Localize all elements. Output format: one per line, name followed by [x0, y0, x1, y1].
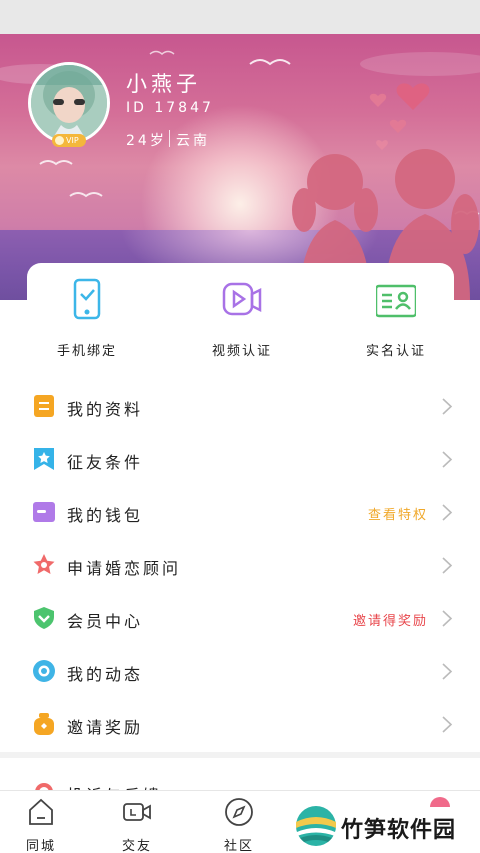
menu-label: 会员中心 — [67, 612, 144, 631]
verify-real-name[interactable]: 实名认证 — [341, 278, 451, 359]
bookmark-star-icon — [34, 448, 54, 470]
invite-reward-link[interactable]: 邀请得奖励 — [353, 610, 428, 629]
menu-item-wallet[interactable]: 我的钱包 查看特权 — [0, 486, 480, 538]
verify-label: 手机绑定 — [56, 344, 117, 359]
verification-card: 手机绑定 视频认证 实名认证 — [27, 263, 454, 363]
menu-item-my-posts[interactable]: 我的动态 — [0, 645, 480, 697]
avatar-image — [31, 65, 107, 141]
user-region: 云南 — [176, 133, 210, 149]
menu-item-friend-criteria[interactable]: 征友条件 — [0, 433, 480, 485]
tab-label: 交友 — [121, 839, 152, 853]
crown-icon — [55, 136, 64, 145]
verify-label: 视频认证 — [211, 344, 272, 359]
wallet-icon — [33, 502, 55, 522]
chevron-right-icon — [442, 610, 453, 627]
chevron-right-icon — [442, 398, 453, 415]
id-card-icon — [374, 284, 418, 318]
menu-label: 邀请奖励 — [67, 718, 144, 737]
vip-badge: VIP — [52, 134, 86, 147]
chevron-right-icon — [442, 504, 453, 521]
menu-item-my-profile[interactable]: 我的资料 — [0, 380, 480, 432]
avatar[interactable] — [28, 62, 110, 144]
user-id: ID 17847 — [126, 100, 214, 116]
video-verify-icon — [222, 282, 262, 316]
star-badge-icon — [33, 554, 55, 574]
status-bar — [0, 0, 480, 34]
chevron-right-icon — [442, 663, 453, 680]
bubble-icon — [33, 660, 55, 682]
home-icon — [29, 798, 53, 825]
phone-bind-icon — [73, 278, 101, 320]
video-call-icon — [123, 803, 151, 821]
menu-label: 征友条件 — [67, 453, 144, 472]
watermark: 竹笋软件园 — [294, 800, 480, 853]
vip-label: VIP — [66, 136, 79, 145]
compass-icon — [225, 798, 253, 826]
verify-label: 实名认证 — [365, 344, 426, 359]
tab-nearby[interactable]: 同城 — [11, 797, 71, 853]
shield-heart-icon — [34, 607, 54, 629]
username: 小燕子 — [126, 72, 201, 96]
view-privileges-link[interactable]: 查看特权 — [368, 504, 428, 523]
tab-label: 社区 — [223, 839, 254, 853]
chevron-right-icon — [442, 451, 453, 468]
menu-item-member-center[interactable]: 会员中心 邀请得奖励 — [0, 592, 480, 644]
menu-label: 申请婚恋顾问 — [67, 559, 182, 578]
verify-video[interactable]: 视频认证 — [187, 278, 297, 359]
tab-community[interactable]: 社区 — [209, 797, 269, 853]
bamboo-logo-icon — [296, 806, 336, 846]
gift-jar-icon — [34, 713, 54, 735]
section-divider — [0, 752, 480, 758]
chevron-right-icon — [442, 557, 453, 574]
info-separator — [169, 130, 170, 147]
menu-label: 我的资料 — [67, 400, 144, 419]
verify-phone-bind[interactable]: 手机绑定 — [32, 278, 142, 359]
menu-item-marriage-advisor[interactable]: 申请婚恋顾问 — [0, 539, 480, 591]
menu-label: 我的钱包 — [67, 506, 144, 525]
tab-dating[interactable]: 交友 — [107, 797, 167, 853]
user-age: 24岁 — [126, 133, 167, 149]
menu-label: 我的动态 — [67, 665, 144, 684]
profile-doc-icon — [34, 395, 54, 417]
chevron-right-icon — [442, 716, 453, 733]
watermark-text: 竹笋软件园 — [341, 818, 457, 843]
tab-label: 同城 — [25, 839, 56, 853]
menu-item-invite-rewards[interactable]: 邀请奖励 — [0, 698, 480, 750]
